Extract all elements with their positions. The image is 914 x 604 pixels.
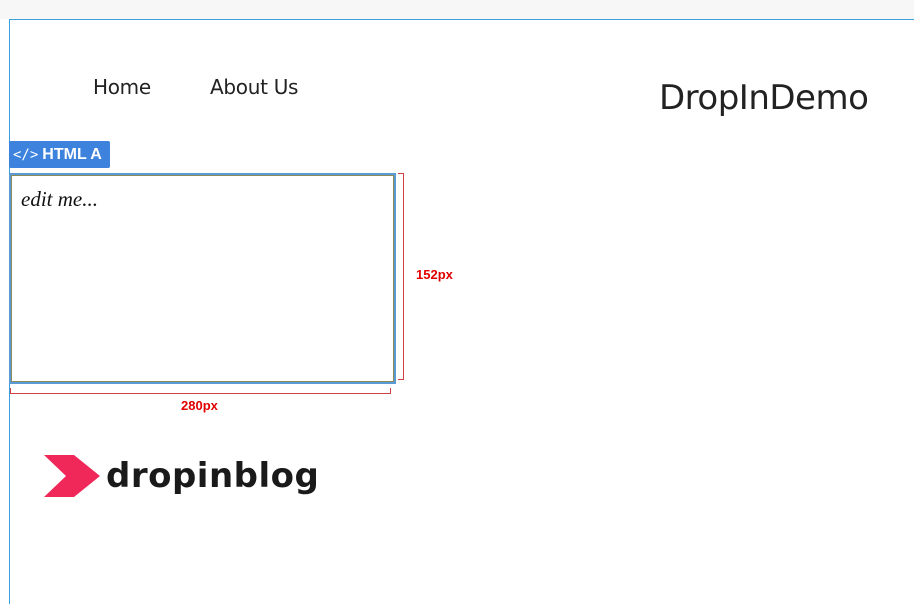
logo-text: dropinblog [106,456,320,496]
editor-placeholder: edit me... [21,187,98,211]
width-dimension-bracket [10,388,391,394]
height-dimension-bracket [398,173,404,380]
html-block-label: HTML A [42,145,102,163]
site-title: DropInDemo [659,78,869,118]
top-bar [0,0,914,19]
dropinblog-arrow-icon [44,455,100,497]
html-editor[interactable]: edit me... [9,173,396,384]
width-dimension-label: 280px [181,398,218,413]
html-block-tag[interactable]: </> HTML A [9,141,110,168]
height-dimension-label: 152px [416,267,453,282]
nav-about-link[interactable]: About Us [210,75,298,99]
nav-home-link[interactable]: Home [93,75,151,99]
code-icon: </> [13,146,39,163]
dropinblog-logo: dropinblog [44,455,319,497]
